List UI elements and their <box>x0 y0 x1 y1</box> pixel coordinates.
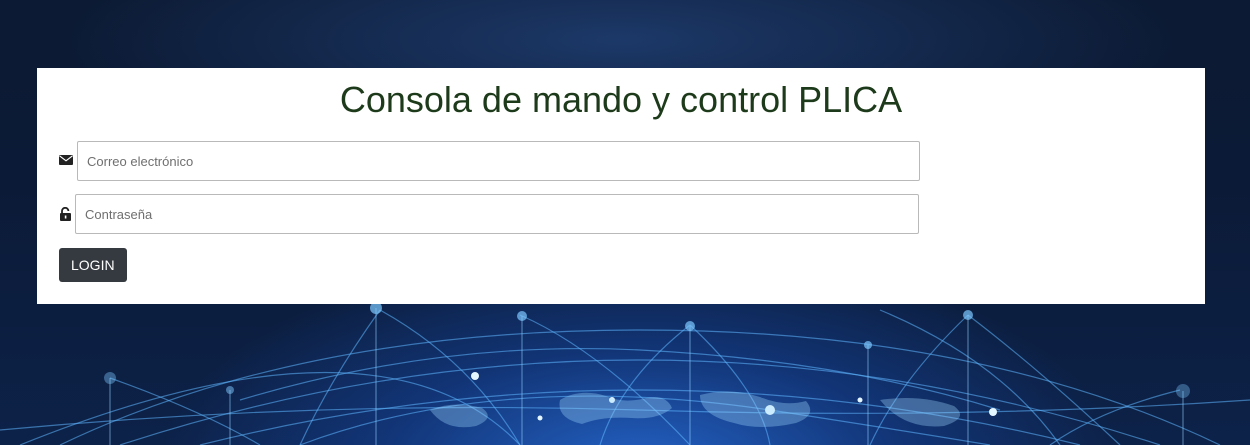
page-title: Consola de mando y control PLICA <box>339 79 903 120</box>
email-row <box>59 141 934 181</box>
password-row <box>59 194 934 234</box>
unlock-icon <box>60 207 71 221</box>
login-button[interactable]: LOGIN <box>59 248 127 282</box>
email-field[interactable] <box>77 141 920 181</box>
password-field[interactable] <box>75 194 919 234</box>
envelope-icon <box>59 155 73 165</box>
login-panel: Consola de mando y control PLICA LOGIN <box>37 68 1205 304</box>
